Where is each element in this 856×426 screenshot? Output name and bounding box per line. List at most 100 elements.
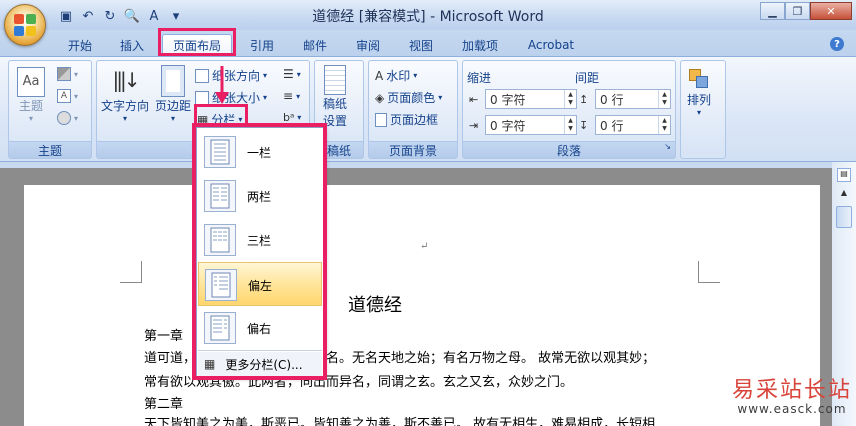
theme-fonts-icon[interactable]: A ▾ [57,89,78,103]
text-direction-icon: |||↓ [112,68,141,92]
page-background-group: A 水印 ▾ ◈ 页面颜色 ▾ 页面边框 页面背景 [368,60,458,159]
window-title: 道德经 [兼容模式] - Microsoft Word [312,9,544,25]
menu-item-left-column[interactable]: 偏左 [198,262,322,306]
chevron-down-icon: ▾ [171,114,176,123]
tab-review[interactable]: 审阅 [346,34,390,56]
margins-icon [161,65,185,97]
indent-right-field[interactable]: 0 字符 ▲ ▼ [485,115,577,135]
pointer-arrow-icon [215,66,229,104]
tab-view[interactable]: 视图 [399,34,443,56]
page-background-group-label: 页面背景 [369,141,457,158]
draft-paper-icon [324,65,346,95]
breaks-icon[interactable]: ☰ ▾ [283,67,301,81]
spacing-after-field[interactable]: 0 行 ▲ ▼ [595,115,671,135]
tab-highlight-box [158,28,236,56]
spacing-label: 间距 [575,71,600,85]
columns-icon: ▦ [204,357,216,371]
site-watermark: 易采站长站 www.easck.com [732,372,852,416]
theme-group-label: 主题 [9,141,91,158]
left-column-icon [205,269,237,301]
office-logo-icon [14,14,36,36]
page-border-button[interactable]: 页面边框 [375,111,438,128]
spacing-before-icon: ↥ [579,93,589,106]
hyphenation-icon[interactable]: bᵃ ▾ [283,111,301,124]
theme-group: Aa 主题 ▾ ▾ A ▾ ▾ 主题 [8,60,92,159]
spinner-icon[interactable]: ▲ ▼ [658,90,670,108]
spinner-icon[interactable]: ▲ ▼ [658,116,670,134]
tab-references[interactable]: 引用 [240,34,284,56]
columns-menu: 一栏 两栏 三栏 偏左 偏右 ▦ 更多分栏(C)... [196,127,324,377]
ruler-strip [0,162,856,168]
scroll-thumb[interactable] [836,206,852,228]
tab-mailings[interactable]: 邮件 [293,34,337,56]
orientation-icon [195,68,209,83]
one-column-icon [204,136,236,168]
page-color-button[interactable]: ◈ 页面颜色 ▾ [375,89,442,106]
dialog-launcher-icon[interactable]: ↘ [664,142,671,151]
tab-addins[interactable]: 加载项 [452,34,508,56]
menu-item-two-columns[interactable]: 两栏 [198,174,322,218]
indent-label: 缩进 [467,71,492,85]
minimize-icon[interactable]: ▁ [760,2,785,20]
watermark-line-2: www.easck.com [737,402,847,416]
watermark-line-1: 易采站长站 [731,378,852,403]
paragraph-group-label: 段落 ↘ [463,141,675,158]
spacing-before-field[interactable]: 0 行 ▲ ▼ [595,89,671,109]
watermark-button[interactable]: A 水印 ▾ [375,67,417,84]
arrange-icon [687,67,711,91]
office-button[interactable] [4,4,46,46]
menu-item-three-columns[interactable]: 三栏 [198,218,322,262]
scroll-up-icon[interactable]: ▲ [836,188,852,202]
indent-right-icon: ⇥ [469,119,479,132]
arrange-button[interactable]: 排列 ▾ [687,67,711,117]
arrange-group: 排列 ▾ [680,60,726,159]
document-page[interactable]: ↵ 道德经 第一章 道可道，非常道；名可名，非常名。无名天地之始；有名万物之母。… [24,185,820,426]
paragraph-group: 缩进 间距 ⇤ 0 字符 ▲ ▼ ⇥ 0 字符 ▲ ▼ ↥ 0 行 ▲ ▼ ↧ 0 行 ▲ ▼ … [462,60,676,159]
doc-line-1: 第一章 [144,329,184,344]
close-icon[interactable]: ✕ [810,2,852,20]
indent-left-field[interactable]: 0 字符 ▲ ▼ [485,89,577,109]
tab-acrobat[interactable]: Acrobat [518,34,584,56]
right-column-icon [204,312,236,344]
line-numbers-icon[interactable]: ≡ ▾ [283,89,300,103]
document-heading: 道德经 [348,295,402,316]
view-ruler-icon[interactable]: ▤ [837,168,851,182]
crop-mark [698,261,720,283]
tab-home[interactable]: 开始 [58,34,102,56]
chevron-down-icon: ▾ [123,114,128,123]
three-columns-icon [204,224,236,256]
spinner-icon[interactable]: ▲ ▼ [564,116,576,134]
more-columns-item[interactable]: ▦ 更多分栏(C)... [198,352,322,376]
draft-paper-button[interactable]: 稿纸 设置 [323,65,347,129]
two-columns-icon [204,180,236,212]
restore-icon[interactable]: ❐ [785,2,810,20]
doc-line-5: 天下皆知美之为美，斯恶已。皆知善之为善，斯不善已。 故有无相生，难易相成，长短相 [144,417,656,426]
text-direction-button[interactable]: |||↓ 文字方向 ▾ [101,65,149,123]
watermark-icon: A [375,68,384,83]
chevron-down-icon: ▾ [28,114,33,123]
theme-colors-icon[interactable]: ▾ [57,67,78,81]
paragraph-mark: ↵ [420,241,429,252]
columns-highlight-box [194,104,248,126]
window-buttons: ▁ ❐ ✕ [760,2,852,20]
page-color-icon: ◈ [375,90,385,105]
indent-left-icon: ⇤ [469,93,479,106]
size-icon [195,90,209,105]
themes-icon: Aa [17,67,45,97]
menu-item-right-column[interactable]: 偏右 [198,306,322,350]
menu-item-one-column[interactable]: 一栏 [198,130,322,174]
ribbon: Aa 主题 ▾ ▾ A ▾ ▾ 主题 |||↓ 文字方向 ▾ 页边距 ▾ 纸张方向… [0,56,856,162]
tab-insert[interactable]: 插入 [110,34,154,56]
doc-line-4: 第二章 [144,397,184,412]
ribbon-tabs: 开始 插入 页面布局 引用 邮件 审阅 视图 加载项 Acrobat [0,30,856,56]
theme-effects-icon[interactable]: ▾ [57,111,78,125]
margins-button[interactable]: 页边距 ▾ [155,65,191,123]
spinner-icon[interactable]: ▲ ▼ [564,90,576,108]
spacing-after-icon: ↧ [579,119,589,132]
themes-button[interactable]: Aa 主题 ▾ [17,67,45,123]
chevron-down-icon: ▾ [697,108,702,117]
crop-mark [120,261,142,283]
help-icon[interactable]: ? [830,37,844,51]
title-bar: ▣ ↶ ↻ 🔍 A ▾ 道德经 [兼容模式] - Microsoft Word … [0,0,856,30]
menu-separator [198,350,322,351]
